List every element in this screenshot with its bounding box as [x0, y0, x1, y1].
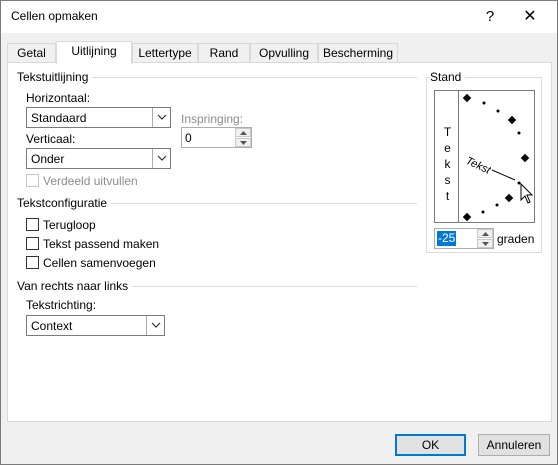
verticaal-value: Onder [31, 152, 65, 166]
inspringing-stepper[interactable]: 0 [181, 127, 252, 148]
vertical-text-char: t [445, 189, 450, 203]
degrees-spin-buttons [477, 229, 493, 248]
cellen-samenvoegen-checkbox[interactable] [26, 256, 39, 269]
orientation-dial-icon[interactable]: Tekst [459, 90, 535, 223]
tab-rand[interactable]: Rand [198, 43, 250, 63]
terugloop-checkbox[interactable] [26, 218, 39, 231]
vertical-text-char: k [444, 157, 451, 171]
degrees-unit-label: graden [497, 232, 535, 246]
tekstrichting-label: Tekstrichting: [26, 298, 97, 312]
mouse-cursor-icon [520, 182, 534, 204]
verdeeld-uitvullen-checkbox[interactable] [26, 174, 39, 187]
dropdown-arrow-icon[interactable] [146, 316, 164, 335]
tekst-passend-maken-checkbox[interactable] [26, 237, 39, 250]
inspringing-spin-buttons [235, 128, 251, 147]
ok-button[interactable]: OK [395, 434, 466, 456]
cancel-button[interactable]: Annuleren [478, 434, 550, 456]
inspringing-label: Inspringing: [181, 112, 244, 126]
section-heading-tekstuitlijning: Tekstuitlijning [17, 70, 93, 84]
spin-down-icon[interactable] [477, 239, 493, 248]
cellen-samenvoegen-label: Cellen samenvoegen [43, 256, 156, 270]
format-cells-dialog: Cellen opmaken ? ✕ Getal Uitlijning Lett… [0, 0, 558, 465]
horizontaal-label: Horizontaal: [26, 91, 91, 105]
spin-up-icon[interactable] [235, 128, 251, 137]
vertical-text-toggle[interactable]: T e k s t [434, 90, 459, 223]
degrees-stepper[interactable]: -25 [434, 228, 494, 249]
dialog-title: Cellen opmaken [11, 9, 98, 23]
tab-lettertype[interactable]: Lettertype [132, 43, 198, 63]
tab-opvulling[interactable]: Opvulling [250, 43, 318, 63]
verticaal-label: Verticaal: [26, 132, 76, 146]
inspringing-value: 0 [185, 131, 192, 145]
vertical-text-char: s [444, 173, 451, 187]
verdeeld-uitvullen-label: Verdeeld uitvullen [43, 174, 138, 188]
dropdown-arrow-icon[interactable] [152, 108, 170, 127]
close-icon[interactable]: ✕ [516, 5, 544, 29]
vertical-text-char: e [444, 141, 451, 155]
tekst-passend-maken-label: Tekst passend maken [43, 237, 160, 251]
vertical-text-char: T [443, 125, 452, 139]
horizontaal-value: Standaard [31, 111, 87, 125]
degrees-value: -25 [437, 231, 457, 246]
tab-bescherming[interactable]: Bescherming [318, 43, 398, 63]
section-heading-stand: Stand [430, 70, 466, 84]
dropdown-arrow-icon[interactable] [152, 149, 170, 168]
tab-uitlijning[interactable]: Uitlijning [56, 41, 132, 64]
spin-down-icon[interactable] [235, 138, 251, 147]
tekstrichting-select[interactable]: Context [26, 315, 165, 336]
section-heading-rtl: Van rechts naar links [17, 279, 133, 293]
help-icon[interactable]: ? [476, 5, 504, 29]
section-heading-tekstconfiguratie: Tekstconfiguratie [17, 196, 112, 210]
tekstrichting-value: Context [31, 319, 73, 333]
spin-up-icon[interactable] [477, 229, 493, 238]
dial-text: Tekst [464, 155, 493, 177]
horizontaal-select[interactable]: Standaard [26, 107, 171, 128]
tab-getal[interactable]: Getal [7, 43, 56, 63]
title-bar: Cellen opmaken ? ✕ [1, 1, 557, 33]
terugloop-label: Terugloop [43, 218, 96, 232]
verticaal-select[interactable]: Onder [26, 148, 171, 169]
